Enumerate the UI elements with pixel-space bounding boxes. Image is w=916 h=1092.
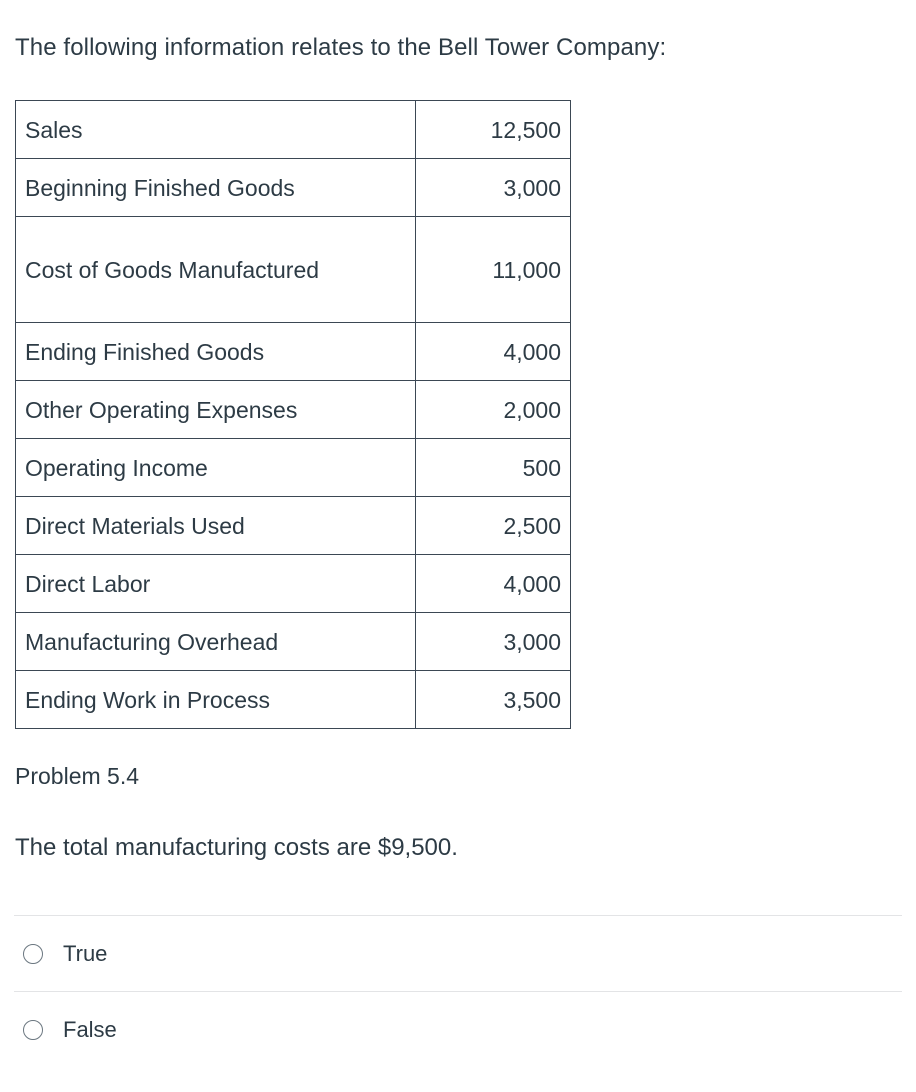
table-cell-label: Ending Work in Process <box>15 670 416 729</box>
table-cell-value: 11,000 <box>415 216 571 323</box>
table-row: Ending Finished Goods 4,000 <box>15 322 571 381</box>
table-cell-value: 4,000 <box>415 554 571 613</box>
table-row: Beginning Finished Goods 3,000 <box>15 158 571 217</box>
radio-button-icon[interactable] <box>23 1019 43 1040</box>
answer-option-label: True <box>63 940 108 966</box>
table-row: Ending Work in Process 3,500 <box>15 670 571 729</box>
quiz-question-page: The following information relates to the… <box>0 0 916 1092</box>
answer-option-false[interactable]: False <box>0 992 916 1067</box>
table-cell-value: 3,000 <box>415 612 571 671</box>
answer-option-true[interactable]: True <box>0 916 916 991</box>
table-row: Operating Income 500 <box>15 438 571 497</box>
answer-option-label: False <box>63 1016 117 1042</box>
table-cell-label: Cost of Goods Manufactured <box>15 216 416 323</box>
table-row: Direct Labor 4,000 <box>15 554 571 613</box>
table-row: Manufacturing Overhead 3,000 <box>15 612 571 671</box>
table-cell-label: Sales <box>15 100 416 159</box>
table-row: Sales 12,500 <box>15 100 571 159</box>
table-cell-value: 2,000 <box>415 380 571 439</box>
table-body: Sales 12,500 Beginning Finished Goods 3,000… <box>15 100 571 729</box>
table-cell-value: 500 <box>415 438 571 497</box>
table-cell-value: 4,000 <box>415 322 571 381</box>
table-row: Other Operating Expenses 2,000 <box>15 380 571 439</box>
intro-paragraph: The following information relates to the… <box>15 34 667 61</box>
radio-button-icon[interactable] <box>23 943 43 964</box>
table-cell-label: Beginning Finished Goods <box>15 158 416 217</box>
table-row: Cost of Goods Manufactured 11,000 <box>15 216 571 323</box>
problem-label: Problem 5.4 <box>15 763 140 789</box>
table-cell-value: 12,500 <box>415 100 571 159</box>
table-cell-label: Direct Materials Used <box>15 496 416 555</box>
table-cell-label: Ending Finished Goods <box>15 322 416 381</box>
problem-statement: The total manufacturing costs are $9,500… <box>15 834 458 861</box>
table-row: Direct Materials Used 2,500 <box>15 496 571 555</box>
table-cell-label: Manufacturing Overhead <box>15 612 416 671</box>
table-cell-value: 3,000 <box>415 158 571 217</box>
financial-data-table: Sales 12,500 Beginning Finished Goods 3,000… <box>15 100 571 729</box>
table-cell-label: Operating Income <box>15 438 416 497</box>
table-cell-label: Direct Labor <box>15 554 416 613</box>
answer-options-list: True False <box>0 915 916 1067</box>
table-cell-value: 3,500 <box>415 670 571 729</box>
table-cell-label: Other Operating Expenses <box>15 380 416 439</box>
table-cell-value: 2,500 <box>415 496 571 555</box>
